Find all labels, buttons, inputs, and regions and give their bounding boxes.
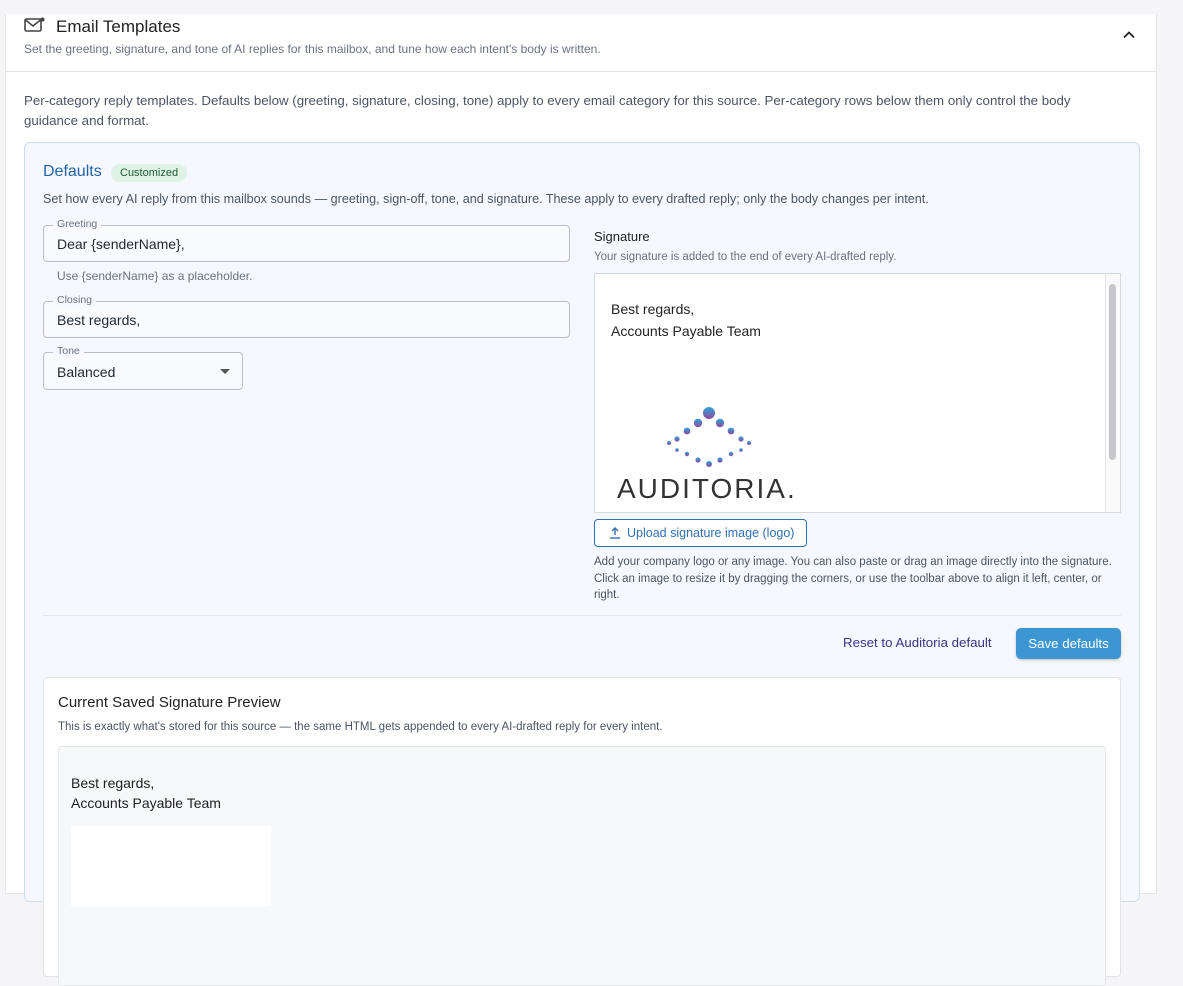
tone-select[interactable]: Tone Balanced [43,345,243,390]
chevron-up-icon[interactable] [1120,26,1138,44]
logo-wordmark: AUDITORIA. [617,473,797,504]
preview-logo-image [71,826,271,906]
upload-button-label: Upload signature image (logo) [627,526,795,540]
signature-scrollbar[interactable] [1105,274,1120,512]
scrollbar-thumb[interactable] [1109,284,1116,460]
upload-hint: Add your company logo or any image. You … [594,556,1112,601]
greeting-label: Greeting [53,218,102,230]
defaults-title: Defaults [43,163,102,180]
greeting-helper: Use {senderName} as a placeholder. [57,269,253,283]
signature-line-2: Accounts Payable Team [611,323,761,339]
greeting-value[interactable]: Dear {senderName}, [57,236,185,252]
card-header: Email Templates Set the greeting, signat… [6,14,1156,72]
reset-defaults-link[interactable]: Reset to Auditoria default [843,635,992,650]
intro-text: Per-category reply templates. Defaults b… [24,93,1071,128]
tone-value: Balanced [57,364,116,380]
closing-field[interactable]: Closing Best regards, [43,294,570,338]
signature-label: Signature [594,229,650,244]
preview-line-1: Best regards, [71,775,155,791]
divider [43,615,1121,616]
page-title: Email Templates [56,17,181,36]
mail-icon [24,17,45,32]
auditoria-logo[interactable]: AUDITORIA. [615,402,815,512]
upload-signature-button[interactable]: Upload signature image (logo) [594,519,807,547]
status-badge: Customized [111,164,188,182]
signature-editor[interactable]: Best regards, Accounts Payable Team AUDI… [594,273,1121,513]
closing-label: Closing [53,294,97,306]
closing-value[interactable]: Best regards, [57,312,140,328]
page-subtitle: Set the greeting, signature, and tone of… [24,42,601,56]
defaults-description: Set how every AI reply from this mailbox… [43,192,929,206]
preview-description: This is exactly what's stored for this s… [58,721,663,733]
preview-title: Current Saved Signature Preview [58,694,281,711]
save-defaults-button[interactable]: Save defaults [1016,628,1121,659]
defaults-panel: Defaults Customized Set how every AI rep… [24,142,1140,986]
signature-hint: Your signature is added to the end of ev… [594,251,897,263]
preview-content: Best regards, Accounts Payable Team [58,746,1106,986]
tone-label: Tone [53,345,84,357]
upload-icon [610,527,620,539]
signature-preview-panel: Current Saved Signature Preview This is … [43,677,1121,986]
greeting-field[interactable]: Greeting Dear {senderName}, [43,218,570,262]
preview-line-2: Accounts Payable Team [71,795,221,811]
email-templates-card: Email Templates Set the greeting, signat… [5,14,1157,986]
signature-line-1: Best regards, [611,301,695,317]
caret-down-icon [220,369,230,374]
